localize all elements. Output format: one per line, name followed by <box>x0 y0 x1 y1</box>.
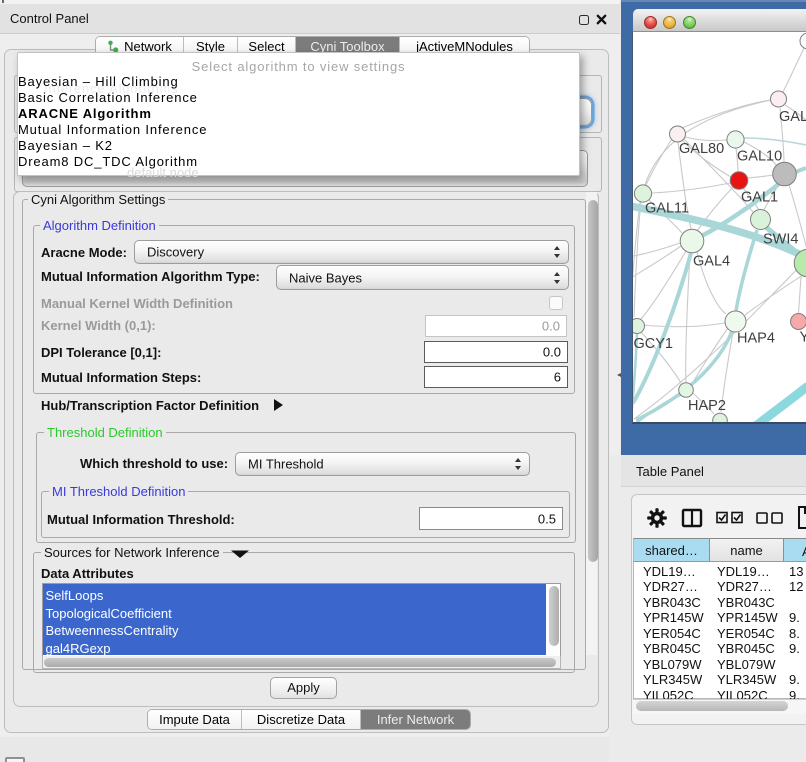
svg-text:HAP4: HAP4 <box>737 331 775 347</box>
svg-text:GAL11: GAL11 <box>645 201 689 217</box>
svg-text:GAL7: GAL7 <box>779 109 806 125</box>
svg-text:GAL10: GAL10 <box>737 149 782 165</box>
svg-text:GCY1: GCY1 <box>633 336 673 352</box>
svg-text:YB: YB <box>799 330 806 346</box>
svg-text:GAL4: GAL4 <box>693 254 730 270</box>
svg-text:GAL1: GAL1 <box>741 190 778 206</box>
svg-text:HAP2: HAP2 <box>688 398 726 414</box>
svg-text:GAL80: GAL80 <box>679 141 724 157</box>
svg-text:SWI4: SWI4 <box>763 232 798 248</box>
